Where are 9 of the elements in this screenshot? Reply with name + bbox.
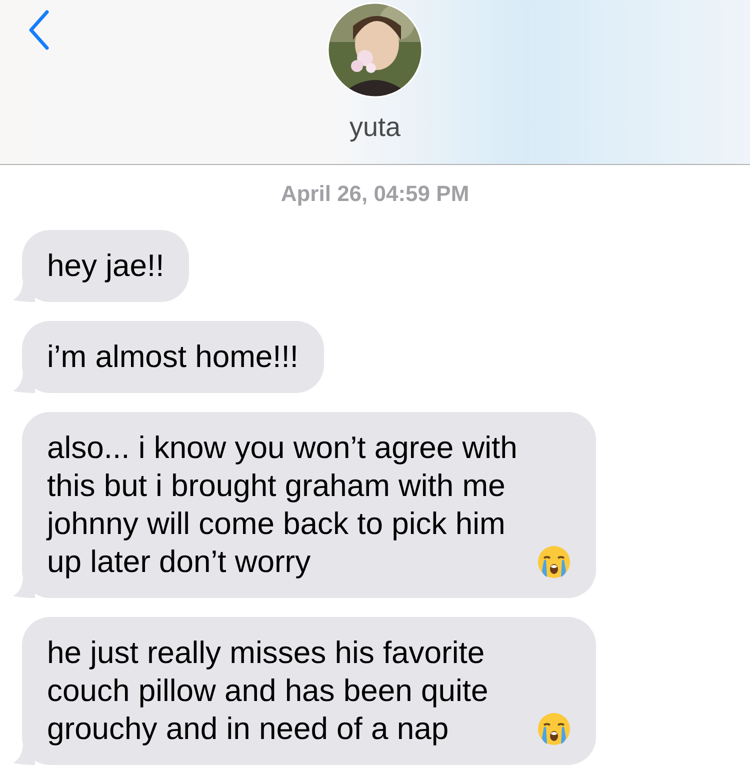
contact-name[interactable]: yuta — [349, 112, 401, 143]
crying-face-icon — [537, 545, 571, 579]
timestamp: April 26, 04:59 PM — [280, 181, 470, 208]
message-text: he just really misses his favorite couch pillow and has been quite grouchy and in need of a nap — [47, 634, 490, 748]
message-text: i’m almost home!!! — [47, 338, 299, 376]
message-text: also... i know you won’t agree with this but i brought graham with me johnny will come back to pick him up later don’t worry — [47, 429, 518, 581]
back-icon[interactable] — [28, 10, 50, 50]
crying-face-icon — [537, 712, 571, 746]
message-text: hey jae!! — [47, 247, 164, 285]
